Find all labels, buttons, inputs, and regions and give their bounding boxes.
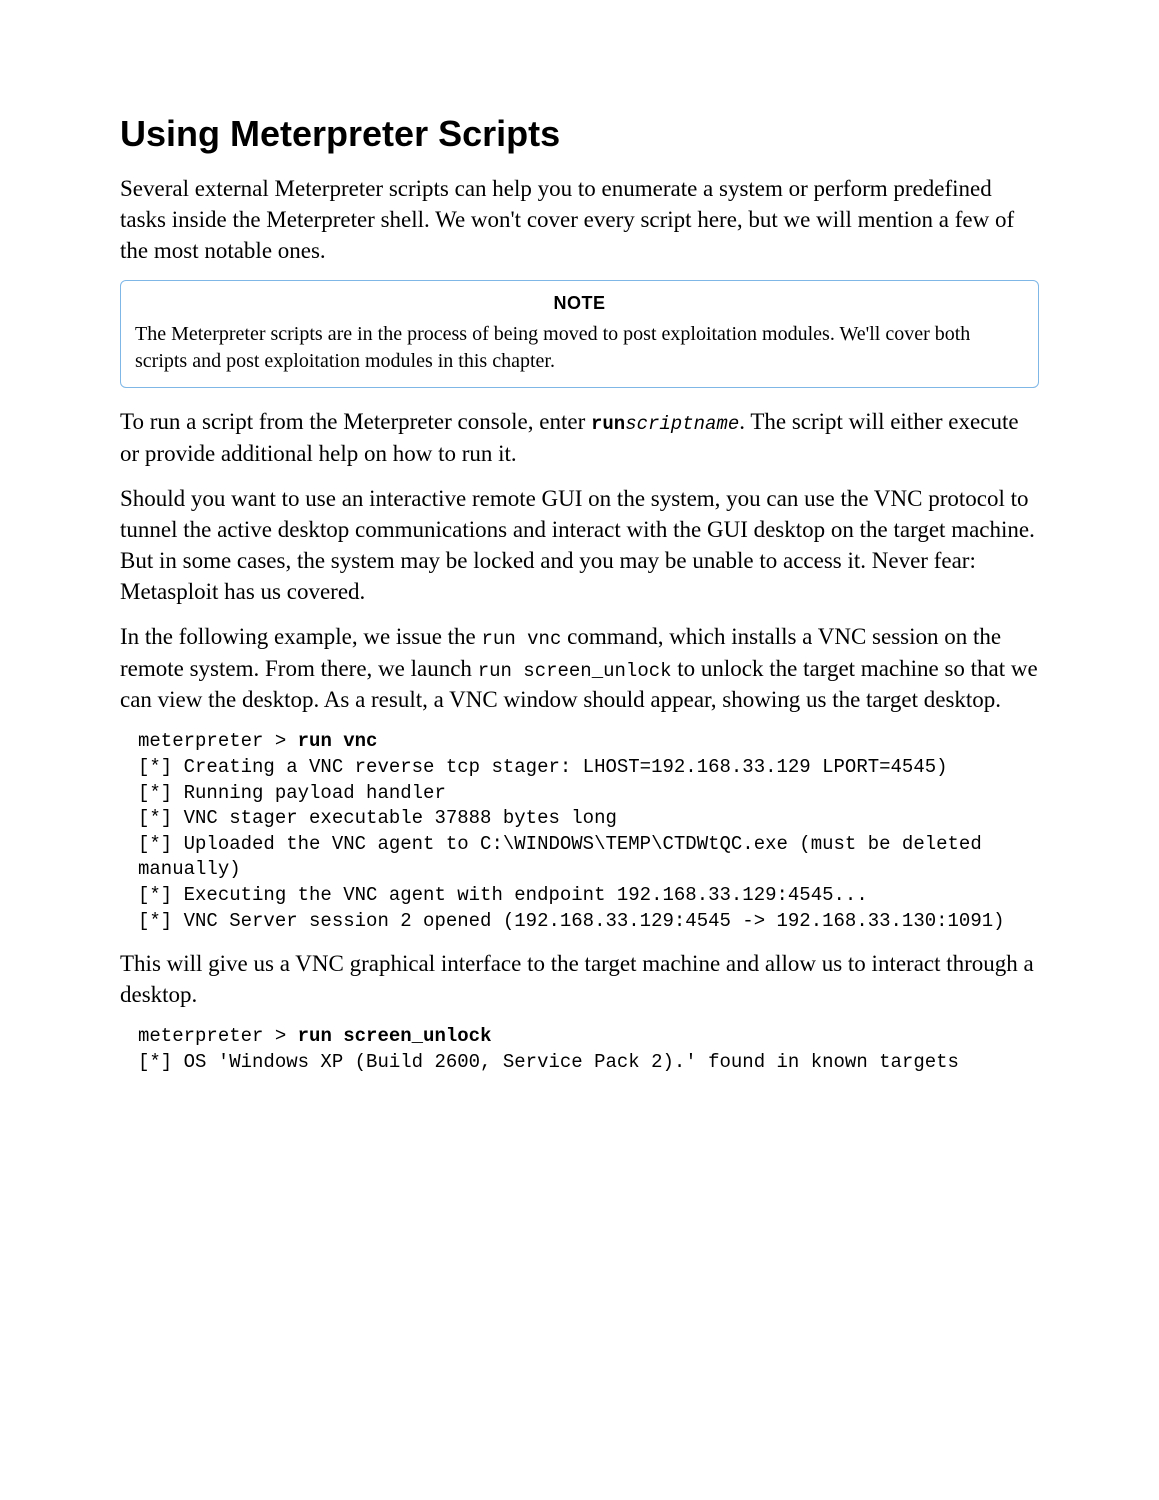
codeblock-run-vnc: meterpreter > run vnc [*] Creating a VNC… [138, 729, 1039, 934]
paragraph-vnc-intro: Should you want to use an interactive re… [120, 483, 1039, 607]
prompt: meterpreter > [138, 1025, 298, 1047]
code-run: run [591, 413, 625, 435]
note-box: NOTE The Meterpreter scripts are in the … [120, 280, 1039, 388]
note-title: NOTE [135, 291, 1024, 315]
paragraph-vnc-result: This will give us a VNC graphical interf… [120, 948, 1039, 1010]
output: [*] OS 'Windows XP (Build 2600, Service … [138, 1051, 959, 1073]
code-run-screen-unlock: run screen_unlock [478, 660, 672, 682]
text: In the following example, we issue the [120, 624, 482, 649]
code-run-vnc: run vnc [482, 628, 562, 650]
note-body: The Meterpreter scripts are in the proce… [135, 321, 1024, 375]
output: [*] Creating a VNC reverse tcp stager: L… [138, 756, 1005, 932]
code-scriptname: scriptname [625, 413, 739, 435]
codeblock-run-screen-unlock: meterpreter > run screen_unlock [*] OS '… [138, 1024, 1039, 1075]
paragraph-intro: Several external Meterpreter scripts can… [120, 173, 1039, 266]
command: run screen_unlock [298, 1025, 492, 1047]
command: run vnc [298, 730, 378, 752]
page-heading: Using Meterpreter Scripts [120, 110, 1039, 159]
paragraph-run-console: To run a script from the Meterpreter con… [120, 406, 1039, 469]
paragraph-vnc-example: In the following example, we issue the r… [120, 621, 1039, 715]
prompt: meterpreter > [138, 730, 298, 752]
text: To run a script from the Meterpreter con… [120, 409, 591, 434]
